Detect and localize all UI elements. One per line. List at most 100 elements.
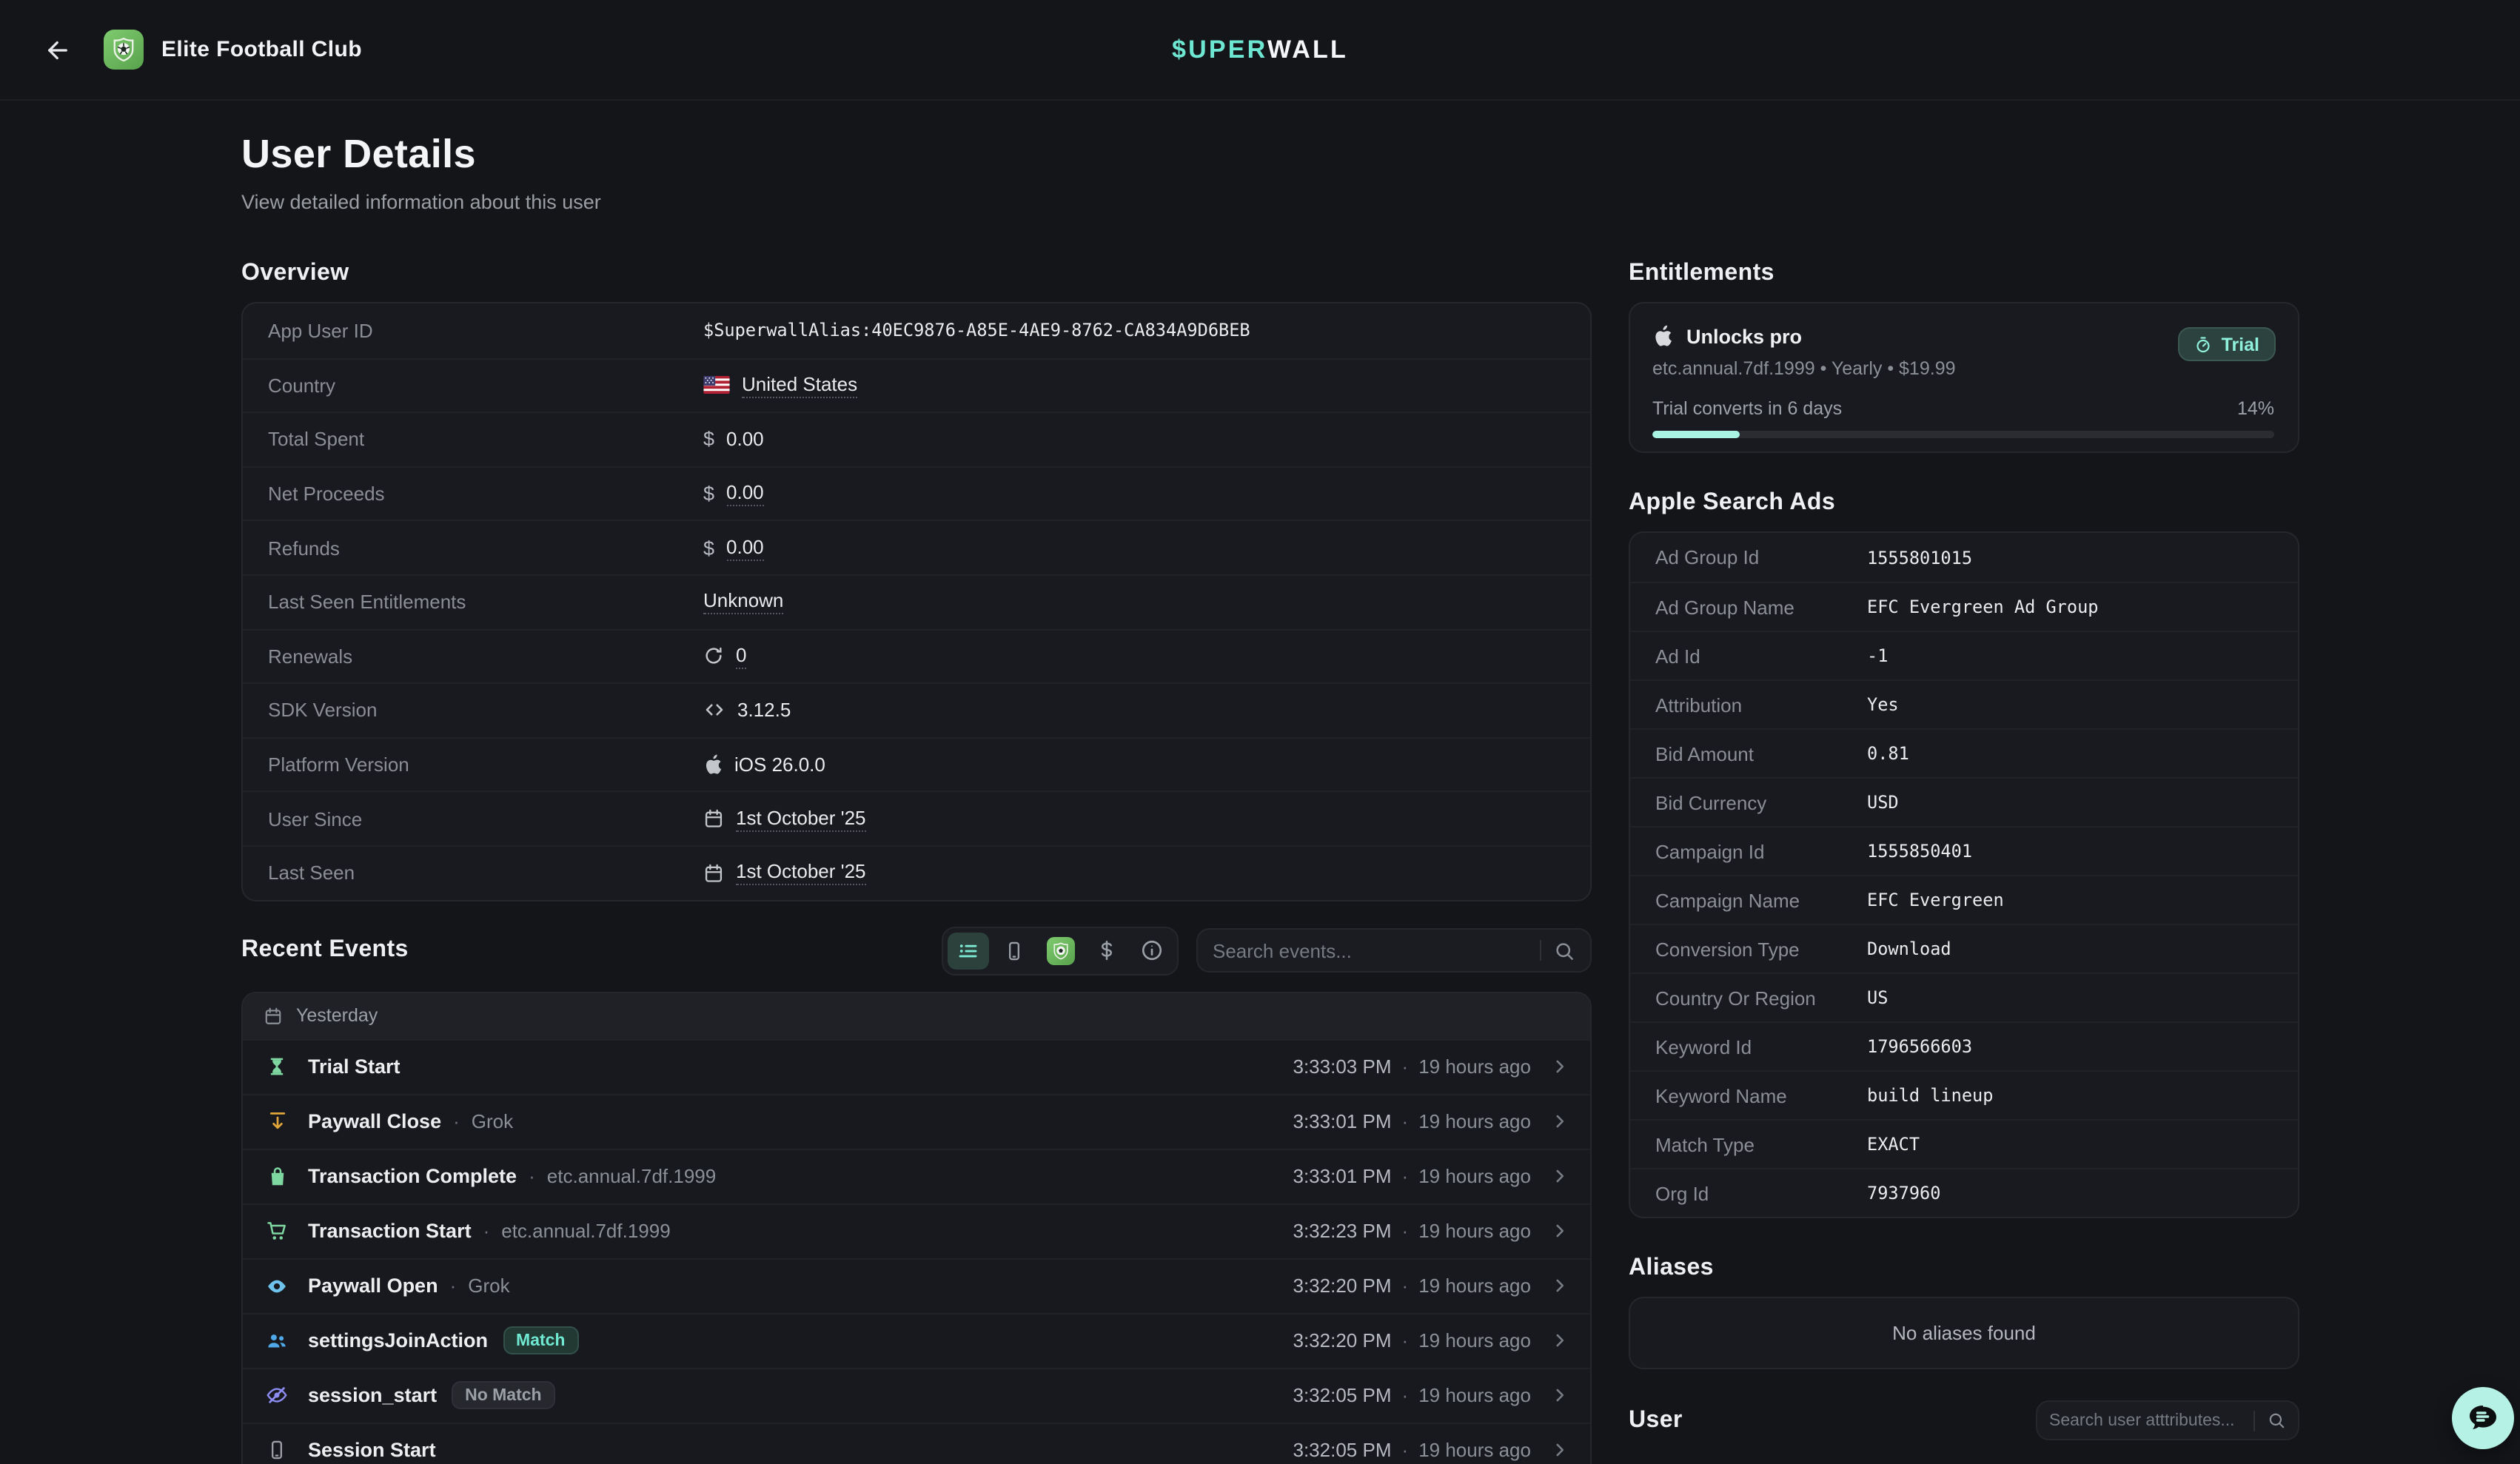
filter-button-dollar[interactable] [1085,932,1127,969]
table-row: Ad Id -1 [1630,631,2298,679]
event-row[interactable]: Paywall Close ·Grok 3:33:01 PM · 19 hour… [243,1093,1590,1148]
row-label: Ad Id [1655,645,1867,667]
events-search-input[interactable] [1213,939,1528,961]
event-title: session_start [308,1384,437,1406]
table-row: Attribution Yes [1630,679,2298,728]
row-value: -1 [1867,645,1888,666]
row-value-text: build lineup [1867,1085,1993,1106]
search-icon [1553,939,1575,961]
event-time: 3:33:01 PM [1293,1165,1392,1187]
row-label: Conversion Type [1655,938,1867,960]
soccer-badge-icon [108,34,139,65]
event-badge: No Match [452,1381,555,1409]
calendar-icon [264,1006,283,1025]
row-value: US [1867,987,1888,1008]
list-icon [956,939,980,961]
event-separator: · [529,1165,535,1187]
currency-prefix: $ [703,537,714,559]
user-search-input[interactable] [2049,1411,2242,1429]
row-value: Yes [1867,694,1899,715]
row-label: Campaign Name [1655,889,1867,911]
filter-button-list[interactable] [948,932,989,969]
row-value: 1st October '25 [703,806,866,831]
back-button[interactable] [36,27,80,72]
table-row: User Since 1st October '25 [243,791,1590,845]
row-label: Refunds [268,537,703,559]
row-label: Platform Version [268,753,703,776]
events-list: Yesterday Trial Start 3:33:03 PM · 19 ho… [241,991,1592,1464]
event-subtitle: etc.annual.7df.1999 [547,1165,716,1187]
row-value-text: -1 [1867,645,1888,666]
row-value: EXACT [1867,1134,1920,1155]
entitlement-card: Unlocks pro etc.annual.7df.1999 • Yearly… [1629,302,2299,453]
table-row: Conversion Type Download [1630,924,2298,973]
event-time: 3:32:20 PM [1293,1275,1392,1297]
event-ago: 19 hours ago [1418,1220,1531,1242]
info-icon [1140,938,1164,962]
download-icon [264,1110,290,1132]
recent-events-heading: Recent Events [241,937,924,964]
event-ago: 19 hours ago [1418,1110,1531,1132]
filter-button-app[interactable] [1039,932,1081,969]
table-row: Org Id 7937960 [1630,1168,2298,1217]
refresh-icon [703,646,724,667]
app-name: Elite Football Club [161,37,362,62]
row-value-text: 0 [736,644,746,669]
page-subtitle: View detailed information about this use… [241,191,2299,213]
row-value-text: 1555850401 [1867,841,1972,862]
aliases-heading: Aliases [1629,1255,2299,1282]
event-time: 3:33:03 PM [1293,1055,1392,1078]
event-title: Paywall Open [308,1275,438,1297]
filter-button-phone[interactable] [993,932,1035,969]
row-label: Attribution [1655,694,1867,716]
filter-button-info[interactable] [1131,932,1173,969]
event-row[interactable]: Paywall Open ·Grok 3:32:20 PM · 19 hours… [243,1258,1590,1312]
event-ago: 19 hours ago [1418,1275,1531,1297]
row-label: Country [268,375,703,397]
chat-support-button[interactable] [2452,1387,2514,1449]
event-row[interactable]: settingsJoinAction Match 3:32:20 PM · 19… [243,1312,1590,1367]
event-row[interactable]: session_start No Match 3:32:05 PM · 19 h… [243,1367,1590,1422]
event-row[interactable]: Transaction Complete ·etc.annual.7df.199… [243,1148,1590,1203]
calendar-icon [703,862,724,883]
currency-prefix: $ [703,483,714,505]
row-value-text: EXACT [1867,1134,1920,1155]
overview-table: App User ID $SuperwallAlias:40EC9876-A85… [241,302,1592,901]
table-row: Keyword Id 1796566603 [1630,1021,2298,1070]
row-label: Last Seen [268,862,703,884]
calendar-icon [703,808,724,829]
row-label: Match Type [1655,1133,1867,1155]
row-label: App User ID [268,320,703,342]
time-separator: · [1402,1110,1409,1132]
row-value-text: iOS 26.0.0 [734,753,825,776]
event-row[interactable]: Transaction Start ·etc.annual.7df.1999 3… [243,1203,1590,1258]
row-value: 1st October '25 [703,860,866,885]
user-search-box [2036,1400,2299,1440]
event-time: 3:32:20 PM [1293,1329,1392,1351]
row-value: 7937960 [1867,1183,1940,1203]
row-label: Ad Group Name [1655,596,1867,618]
event-row[interactable]: Session Start 3:32:05 PM · 19 hours ago [243,1422,1590,1464]
row-value-text: United States [742,373,857,398]
row-value-text: 1555801015 [1867,547,1972,568]
code-icon [703,699,725,722]
event-ago: 19 hours ago [1418,1439,1531,1461]
search-divider [1540,940,1541,961]
table-row: SDK Version 3.12.5 [243,682,1590,736]
row-value-text: US [1867,987,1888,1008]
row-label: Campaign Id [1655,840,1867,862]
event-row[interactable]: Trial Start 3:33:03 PM · 19 hours ago [243,1038,1590,1093]
apple-icon [703,753,723,776]
event-title: Transaction Start [308,1220,472,1242]
time-separator: · [1402,1439,1409,1461]
table-row: Last Seen 1st October '25 [243,845,1590,899]
row-value-text: 7937960 [1867,1183,1940,1203]
row-value: United States [703,373,857,398]
event-subtitle: Grok [472,1110,513,1132]
phone-icon [264,1439,290,1461]
row-label: Bid Amount [1655,742,1867,765]
time-separator: · [1402,1275,1409,1297]
flag-us-icon [703,377,730,394]
trial-badge-label: Trial [2222,334,2259,355]
table-row: Last Seen Entitlements Unknown [243,574,1590,628]
